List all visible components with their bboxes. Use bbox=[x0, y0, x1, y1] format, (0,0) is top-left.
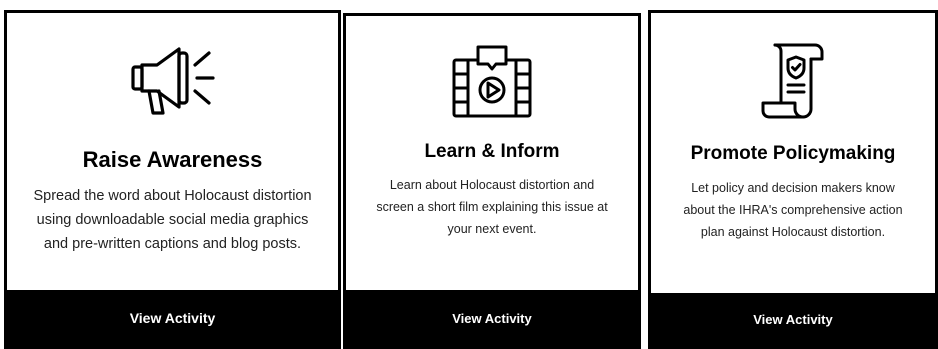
card-description: Learn about Holocaust distortion and scr… bbox=[354, 174, 630, 240]
card-learn-inform: Learn & Inform Learn about Holocaust dis… bbox=[343, 13, 641, 349]
card-title: Learn & Inform bbox=[424, 141, 560, 162]
view-activity-button[interactable]: View Activity bbox=[7, 290, 338, 346]
card-description: Spread the word about Holocaust distorti… bbox=[17, 184, 328, 256]
description-line: about the IHRA's comprehensive action bbox=[683, 203, 903, 217]
description-line: using downloadable social media graphics bbox=[36, 212, 309, 228]
card-title: Promote Policymaking bbox=[690, 143, 896, 164]
description-line: your next event. bbox=[447, 222, 537, 236]
card-promote-policymaking: Promote Policymaking Let policy and deci… bbox=[648, 10, 938, 349]
card-title: Raise Awareness bbox=[82, 147, 263, 172]
description-line: screen a short film explaining this issu… bbox=[376, 200, 608, 214]
description-line: Learn about Holocaust distortion and bbox=[389, 178, 595, 192]
description-line: and pre-written captions and blog posts. bbox=[43, 236, 302, 252]
view-activity-button[interactable]: View Activity bbox=[651, 293, 935, 346]
view-activity-button[interactable]: View Activity bbox=[346, 290, 638, 346]
description-line: plan against Holocaust distortion. bbox=[700, 225, 886, 239]
description-line: Let policy and decision makers know bbox=[691, 181, 895, 195]
megaphone-icon bbox=[7, 43, 338, 123]
policy-scroll-icon bbox=[651, 39, 935, 123]
description-line: Spread the word about Holocaust distorti… bbox=[33, 188, 312, 204]
video-film-icon bbox=[346, 44, 638, 120]
card-description: Let policy and decision makers know abou… bbox=[659, 177, 927, 243]
card-raise-awareness: Raise Awareness Spread the word about Ho… bbox=[4, 10, 341, 349]
